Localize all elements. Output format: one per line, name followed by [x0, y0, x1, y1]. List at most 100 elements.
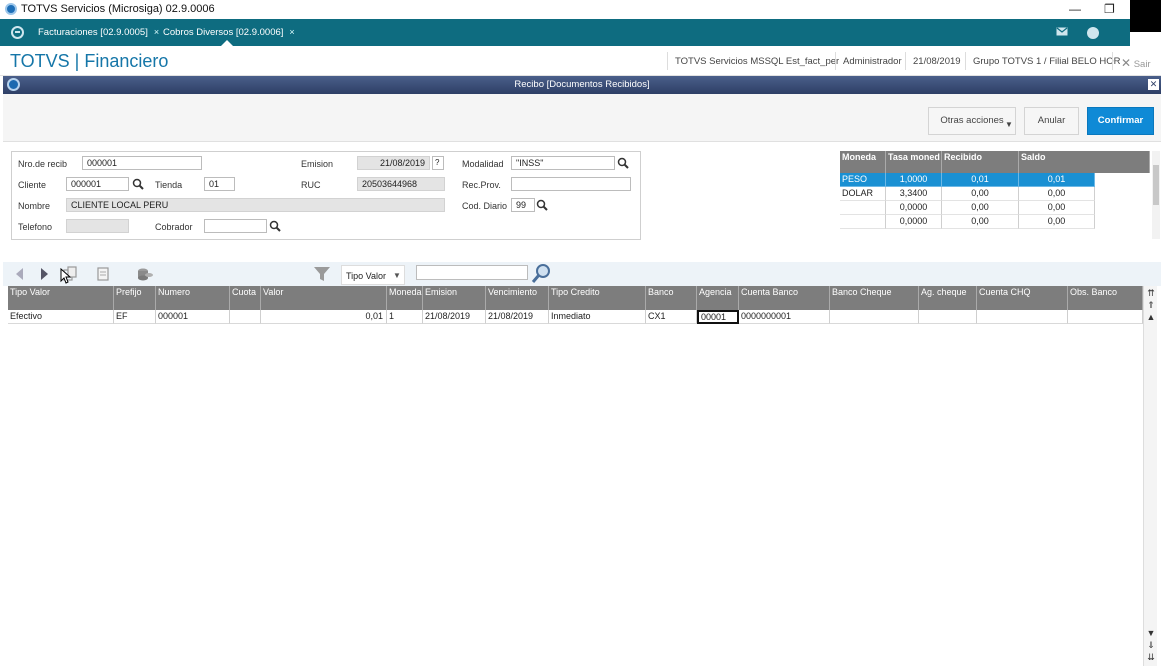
tab-cobros-diversos[interactable]: Cobros Diversos [02.9.0006] × [163, 19, 295, 46]
cancel-button[interactable]: Anular [1024, 107, 1079, 135]
table-row[interactable]: PESO 1,0000 0,01 0,01 [840, 173, 1150, 187]
search-icon[interactable] [132, 178, 144, 190]
filter-icon[interactable] [313, 265, 331, 283]
window-corner [1130, 0, 1161, 32]
arrow-right-icon[interactable] [35, 265, 53, 283]
tab-facturaciones[interactable]: Facturaciones [02.9.0005] × [38, 19, 159, 46]
restore-button[interactable]: ❐ [1104, 2, 1115, 16]
exit-button[interactable]: ✕ Sair [1121, 56, 1151, 70]
cell-cuenta-chq[interactable] [977, 310, 1068, 324]
tienda-label: Tienda [155, 180, 183, 190]
confirm-button[interactable]: Confirmar [1087, 107, 1154, 135]
cell-tasa: 1,0000 [886, 173, 942, 187]
close-icon[interactable]: × [289, 27, 294, 37]
cell-obs-banco[interactable] [1068, 310, 1143, 324]
modalidad-field[interactable]: "INSS" [511, 156, 615, 170]
cell-prefijo[interactable]: EF [114, 310, 156, 324]
cell-ag-cheque[interactable] [919, 310, 977, 324]
scroll-top-icon[interactable]: ⇈ [1145, 288, 1157, 299]
scroll-down-icon[interactable]: ▼ [1145, 628, 1157, 639]
search-icon[interactable] [617, 157, 629, 169]
paste-icon[interactable] [95, 265, 113, 283]
column-header[interactable]: Banco [646, 286, 697, 310]
scrollbar-thumb[interactable] [1153, 165, 1159, 205]
column-header[interactable]: Recibido [942, 151, 1019, 173]
divider [905, 52, 906, 70]
exit-label: Sair [1133, 59, 1151, 70]
grid-scrollbar[interactable]: ⇈ ⇑ ▲ ▼ ⇓ ⇊ [1143, 286, 1157, 666]
close-icon[interactable]: ✕ [1148, 79, 1159, 90]
column-header[interactable]: Ag. cheque [919, 286, 977, 310]
cell-numero[interactable]: 000001 [156, 310, 230, 324]
table-row[interactable]: 0,0000 0,00 0,00 [840, 215, 1150, 229]
search-input[interactable] [416, 265, 528, 280]
nombre-field[interactable]: CLIENTE LOCAL PERU [66, 198, 445, 212]
column-header[interactable]: Moneda [840, 151, 886, 173]
cobrador-field[interactable] [204, 219, 267, 233]
column-header[interactable]: Saldo [1019, 151, 1150, 173]
cell-cuenta-banco[interactable]: 0000000001 [739, 310, 830, 324]
column-header[interactable]: Moneda [387, 286, 423, 310]
cell-banco[interactable]: CX1 [646, 310, 697, 324]
column-header[interactable]: Cuota [230, 286, 261, 310]
cell-vencimiento[interactable]: 21/08/2019 [486, 310, 549, 324]
cliente-field[interactable]: 000001 [66, 177, 129, 191]
nro-recib-label: Nro.de recib [18, 159, 68, 169]
help-icon[interactable]: ? [1087, 27, 1099, 39]
close-icon[interactable]: × [154, 27, 159, 37]
column-header[interactable]: Emision [423, 286, 486, 310]
telefono-field[interactable] [66, 219, 129, 233]
column-header[interactable]: Tipo Credito [549, 286, 646, 310]
cell-valor[interactable]: 0,01 [261, 310, 387, 324]
other-actions-button[interactable]: Otras acciones ▼ [928, 107, 1016, 135]
date-label: 21/08/2019 [913, 56, 961, 67]
cell-cuota[interactable] [230, 310, 261, 324]
column-header[interactable]: Agencia [697, 286, 739, 310]
table-row[interactable]: 0,0000 0,00 0,00 [840, 201, 1150, 215]
emision-field[interactable]: 21/08/2019 [357, 156, 430, 170]
cell-tipo-credito[interactable]: Inmediato [549, 310, 646, 324]
filter-field-select[interactable]: Tipo Valor ▼ [341, 265, 405, 285]
cell-agencia[interactable]: 00001 [697, 310, 739, 324]
modalidad-label: Modalidad [462, 159, 504, 169]
home-icon[interactable] [11, 26, 24, 39]
help-icon[interactable]: ? [432, 156, 444, 170]
search-icon[interactable] [531, 263, 552, 284]
scroll-page-up-icon[interactable]: ⇑ [1145, 300, 1157, 311]
column-header[interactable]: Tasa moned [886, 151, 942, 173]
search-icon[interactable] [269, 220, 281, 232]
column-header[interactable]: Cuenta Banco [739, 286, 830, 310]
column-header[interactable]: Vencimiento [486, 286, 549, 310]
scroll-up-icon[interactable]: ▲ [1145, 312, 1157, 323]
scroll-page-down-icon[interactable]: ⇓ [1145, 640, 1157, 651]
column-header[interactable]: Prefijo [114, 286, 156, 310]
cell-emision[interactable]: 21/08/2019 [423, 310, 486, 324]
mail-icon[interactable] [1056, 27, 1068, 39]
column-header[interactable]: Cuenta CHQ [977, 286, 1068, 310]
cell-moneda: DOLAR [840, 187, 886, 201]
currency-grid-scrollbar[interactable] [1152, 151, 1160, 239]
cell-tipo-valor[interactable]: Efectivo [8, 310, 114, 324]
cod-diario-field[interactable]: 99 [511, 198, 535, 212]
arrow-left-icon[interactable] [11, 265, 29, 283]
ruc-field[interactable]: 20503644968 [357, 177, 445, 191]
column-header[interactable]: Obs. Banco [1068, 286, 1143, 310]
rec-prov-label: Rec.Prov. [462, 180, 501, 190]
column-header[interactable]: Valor [261, 286, 387, 310]
cell-saldo: 0,01 [1019, 173, 1095, 187]
minimize-button[interactable]: — [1069, 2, 1081, 16]
rec-prov-field[interactable] [511, 177, 631, 191]
cell-banco-cheque[interactable] [830, 310, 919, 324]
divider [965, 52, 966, 70]
coins-icon[interactable] [136, 265, 154, 283]
column-header[interactable]: Tipo Valor [8, 286, 114, 310]
cell-tasa: 0,0000 [886, 201, 942, 215]
search-icon[interactable] [536, 199, 548, 211]
column-header[interactable]: Numero [156, 286, 230, 310]
column-header[interactable]: Banco Cheque [830, 286, 919, 310]
cell-moneda[interactable]: 1 [387, 310, 423, 324]
scroll-bottom-icon[interactable]: ⇊ [1145, 652, 1157, 663]
table-row[interactable]: DOLAR 3,3400 0,00 0,00 [840, 187, 1150, 201]
nro-recib-field[interactable]: 000001 [82, 156, 202, 170]
tienda-field[interactable]: 01 [204, 177, 235, 191]
